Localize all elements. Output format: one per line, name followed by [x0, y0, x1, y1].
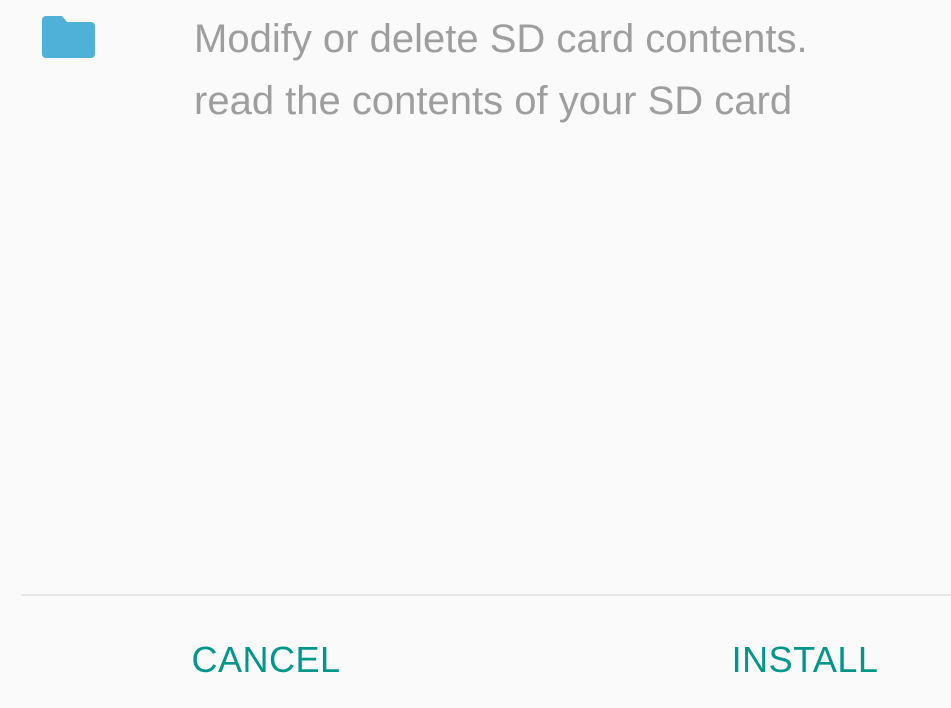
permission-line-read: read the contents of your SD card	[194, 79, 793, 123]
permission-item-storage: Modify or delete SD card contents. read …	[0, 0, 951, 140]
folder-icon	[42, 16, 95, 58]
permission-line-modify: Modify or delete SD card contents.	[194, 17, 808, 61]
install-permissions-screen: Modify or delete SD card contents. read …	[0, 0, 951, 708]
permission-description: Modify or delete SD card contents. read …	[194, 8, 934, 132]
cancel-button[interactable]: CANCEL	[190, 632, 342, 688]
install-button[interactable]: INSTALL	[728, 632, 882, 688]
button-bar-divider	[21, 594, 951, 596]
